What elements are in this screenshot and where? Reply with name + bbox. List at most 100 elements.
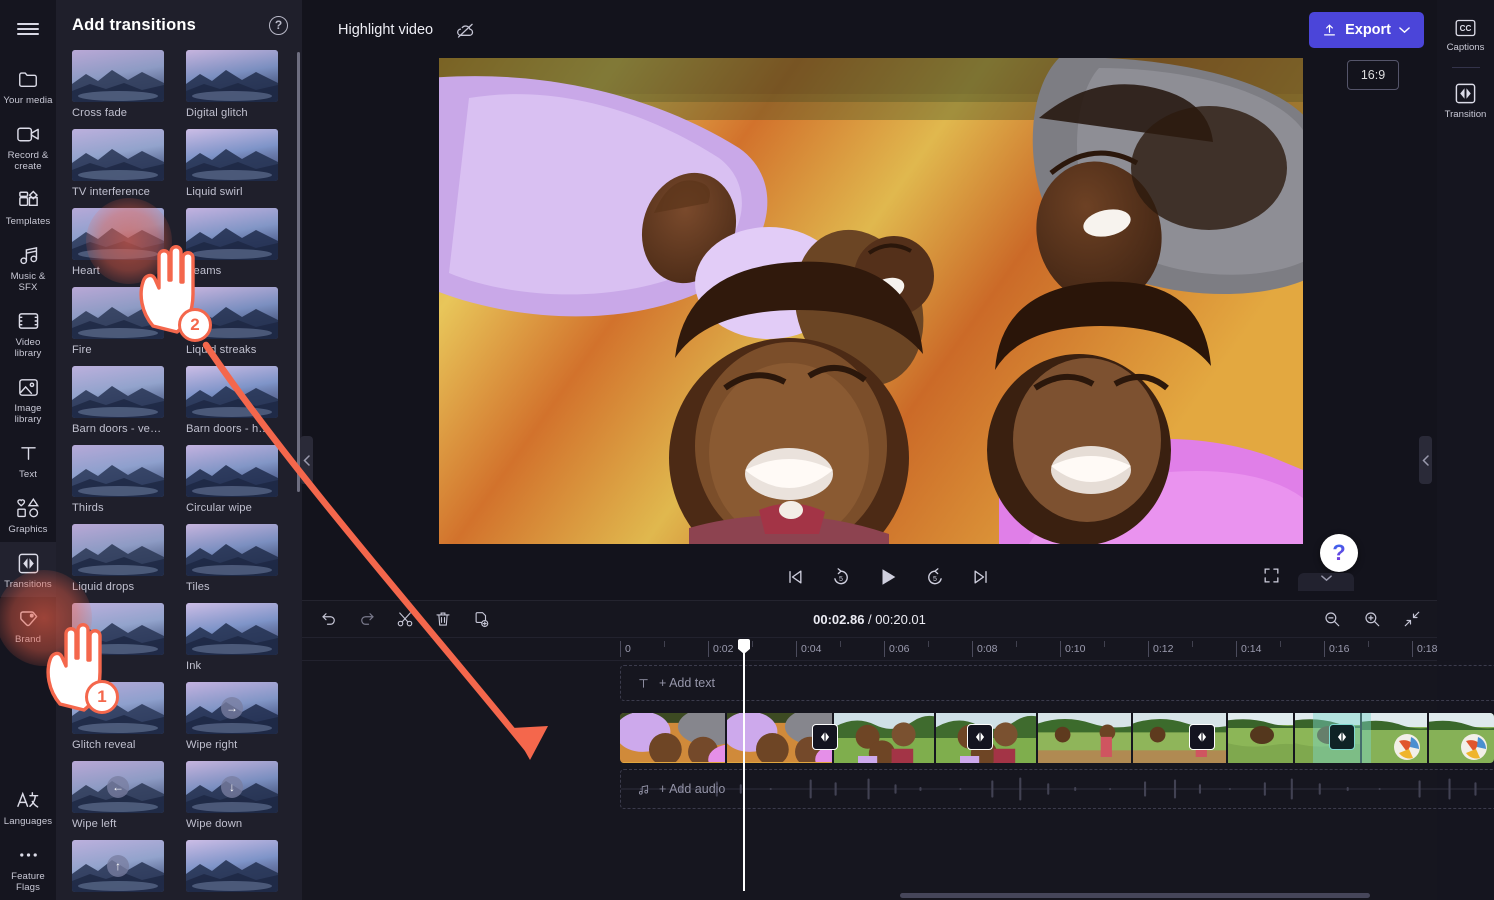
transition-card[interactable]: Liquid swirl [186,129,288,198]
timeline-clip[interactable] [1228,713,1294,763]
transition-marker[interactable] [1329,724,1355,750]
transition-marker[interactable] [812,724,838,750]
timeline-clip[interactable] [1362,713,1428,763]
skip-forward-icon[interactable] [971,567,991,587]
sidebar-item-graphics[interactable]: Graphics [0,487,56,542]
forward-5s-icon[interactable]: 5 [925,567,945,587]
transition-card[interactable]: Liquid drops [72,524,174,593]
transition-card[interactable]: → Wipe right [186,682,288,751]
transition-card[interactable]: Beams [186,208,288,277]
sidebar-item-label: Graphics [8,524,48,535]
panel-scrollbar[interactable] [297,52,300,492]
skip-back-icon[interactable] [785,567,805,587]
timeline-clip[interactable] [833,713,934,763]
music-note-icon [15,243,41,267]
transition-card[interactable] [72,603,174,672]
playhead[interactable] [738,639,750,891]
transition-card[interactable] [186,840,288,897]
question-circle-icon[interactable]: ? [269,15,288,35]
sidebar-item-label: Brand [14,634,42,645]
sidebar-item-label: Languages [3,816,53,827]
help-button[interactable]: ? [1320,534,1358,572]
sidebar-item-image-library[interactable]: Image library [0,366,56,432]
aspect-ratio-button[interactable]: 16:9 [1347,60,1399,90]
timeline-ruler[interactable]: 00:020:040:060:080:100:120:140:160:180:2… [302,637,1437,661]
transition-marker[interactable] [967,724,993,750]
transition-card[interactable]: Fire [72,287,174,356]
project-title[interactable]: Highlight video [326,16,445,44]
export-button[interactable]: Export [1309,12,1424,48]
add-text-track[interactable]: + Add text [620,665,1494,701]
fit-to-screen-button[interactable] [1403,610,1421,628]
sidebar-item-brand[interactable]: Brand [0,597,56,652]
timeline-clip[interactable] [1037,713,1131,763]
sidebar-item-transition[interactable]: Transition [1437,74,1494,128]
split-button[interactable] [396,610,414,628]
delete-button[interactable] [434,610,452,628]
undo-button[interactable] [320,610,338,628]
play-button[interactable] [877,566,899,588]
transition-thumbnail [186,366,278,418]
sidebar-item-captions[interactable]: CC Captions [1437,10,1494,61]
sidebar-item-text[interactable]: Text [0,432,56,487]
sidebar-item-label: Transition [1444,109,1487,120]
transition-card[interactable]: Heart [72,208,174,277]
transition-thumbnail [72,208,164,260]
rewind-5s-icon[interactable]: 5 [831,567,851,587]
sidebar-item-label: Your media [3,95,53,106]
right-sidebar: CC Captions Transition [1437,0,1494,900]
collapse-panel-left-button[interactable] [300,436,313,484]
sidebar-item-feature-flags[interactable]: Feature Flags [0,834,56,900]
fullscreen-icon[interactable] [1262,566,1281,590]
sidebar-item-templates[interactable]: Templates [0,179,56,234]
hamburger-menu-button[interactable] [0,0,56,58]
timeline-clip[interactable] [1429,713,1494,763]
transition-card[interactable]: TV interference [72,129,174,198]
transition-direction-icon: → [221,697,243,719]
transition-card[interactable]: Ink [186,603,288,672]
transition-label: Barn doors - h… [186,423,270,435]
transition-card[interactable]: Circular wipe [186,445,288,514]
sidebar-item-languages[interactable]: Languages [0,779,56,834]
sidebar-item-record-create[interactable]: Record & create [0,113,56,179]
transition-thumbnail [72,682,164,734]
transition-thumbnail [186,840,278,892]
video-preview[interactable] [439,58,1303,544]
transition-icon [975,732,985,742]
time-display: 00:02.86 / 00:20.01 [813,612,926,627]
sidebar-item-transitions[interactable]: Transitions [0,542,56,597]
sidebar-item-video-library[interactable]: Video library [0,300,56,366]
transition-marker[interactable] [1189,724,1215,750]
collapse-panel-right-button[interactable] [1419,436,1432,484]
zoom-out-button[interactable] [1323,610,1341,628]
collapse-timeline-button[interactable] [1298,573,1354,591]
transition-label: Thirds [72,502,104,514]
export-label: Export [1345,22,1391,38]
transition-card[interactable]: Tiles [186,524,288,593]
sidebar-item-music-sfx[interactable]: Music & SFX [0,234,56,300]
transition-card[interactable]: ↑ [72,840,174,897]
transition-card[interactable]: Barn doors - ve… [72,366,174,435]
timeline-horizontal-scrollbar[interactable] [900,893,1370,898]
svg-text:CC: CC [1460,24,1472,33]
zoom-in-button[interactable] [1363,610,1381,628]
transition-thumbnail: ← [72,761,164,813]
duplicate-button[interactable] [472,610,490,628]
sidebar-item-label: Captions [1446,42,1485,53]
cloud-off-icon[interactable] [455,20,476,41]
sidebar-item-your-media[interactable]: Your media [0,58,56,113]
transition-card[interactable]: Digital glitch [186,50,288,119]
transition-card[interactable]: Barn doors - h… [186,366,288,435]
add-audio-track[interactable]: + Add audio [620,769,1494,809]
clipchamp-editor: Your media Record & create Templates Music … [0,0,1494,900]
transition-card[interactable]: ↓ Wipe down [186,761,288,830]
transition-card[interactable]: Cross fade [72,50,174,119]
transition-card[interactable]: Glitch reveal [72,682,174,751]
upload-icon [1324,24,1336,36]
timeline-clip[interactable] [620,713,725,763]
transition-card[interactable]: Liquid streaks [186,287,288,356]
redo-button[interactable] [358,610,376,628]
transition-card[interactable]: ← Wipe left [72,761,174,830]
transition-card[interactable]: Thirds [72,445,174,514]
video-clip-track[interactable] [620,713,1494,763]
